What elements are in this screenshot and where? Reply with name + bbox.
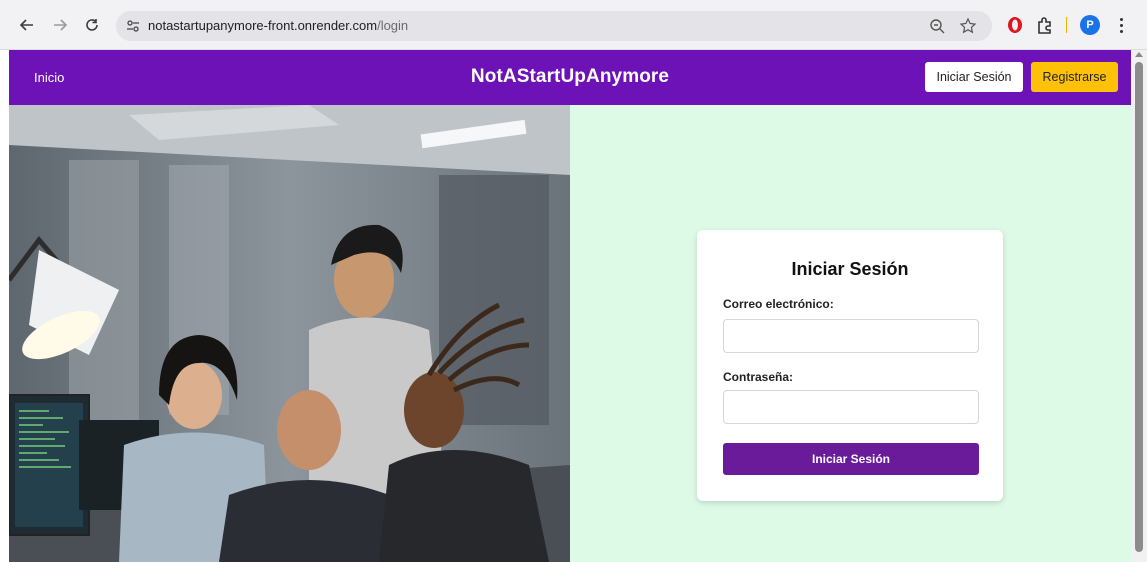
bookmark-star-icon[interactable]: [959, 17, 977, 35]
login-submit-button[interactable]: Iniciar Sesión: [723, 443, 979, 475]
register-button[interactable]: Registrarse: [1031, 62, 1118, 92]
reload-icon[interactable]: [81, 14, 103, 36]
email-label: Correo electrónico:: [723, 297, 834, 311]
login-panel: Iniciar Sesión Correo electrónico: Contr…: [570, 105, 1131, 562]
page-scrollbar[interactable]: [1131, 50, 1147, 562]
browser-menu-icon[interactable]: [1116, 14, 1126, 36]
extensions-puzzle-icon[interactable]: [1034, 14, 1056, 36]
zoom-icon[interactable]: [928, 17, 946, 35]
site-settings-icon[interactable]: [124, 17, 142, 35]
hero-photo: [9, 105, 570, 562]
email-field[interactable]: [723, 319, 979, 353]
browser-toolbar: notastartupanymore-front.onrender.com/lo…: [0, 0, 1147, 50]
login-title: Iniciar Sesión: [791, 259, 909, 279]
profile-avatar[interactable]: P: [1080, 15, 1100, 35]
password-label: Contraseña:: [723, 370, 794, 384]
login-card: Iniciar Sesión Correo electrónico: Contr…: [697, 230, 1003, 501]
url-text[interactable]: notastartupanymore-front.onrender.com/lo…: [148, 18, 408, 33]
password-field[interactable]: [723, 390, 979, 424]
back-arrow-icon[interactable]: [16, 14, 38, 36]
forward-arrow-icon[interactable]: [49, 14, 71, 36]
address-bar[interactable]: notastartupanymore-front.onrender.com/lo…: [116, 11, 992, 41]
app-navbar: Inicio NotAStartUpAnymore Iniciar Sesión…: [9, 50, 1131, 105]
login-button[interactable]: Iniciar Sesión: [925, 62, 1023, 92]
team-photo-illustration: [9, 105, 570, 562]
opera-extension-icon[interactable]: [1004, 14, 1026, 36]
scrollbar-thumb[interactable]: [1135, 62, 1143, 552]
scroll-up-arrow-icon[interactable]: [1135, 52, 1143, 57]
toolbar-divider: [1066, 17, 1067, 33]
